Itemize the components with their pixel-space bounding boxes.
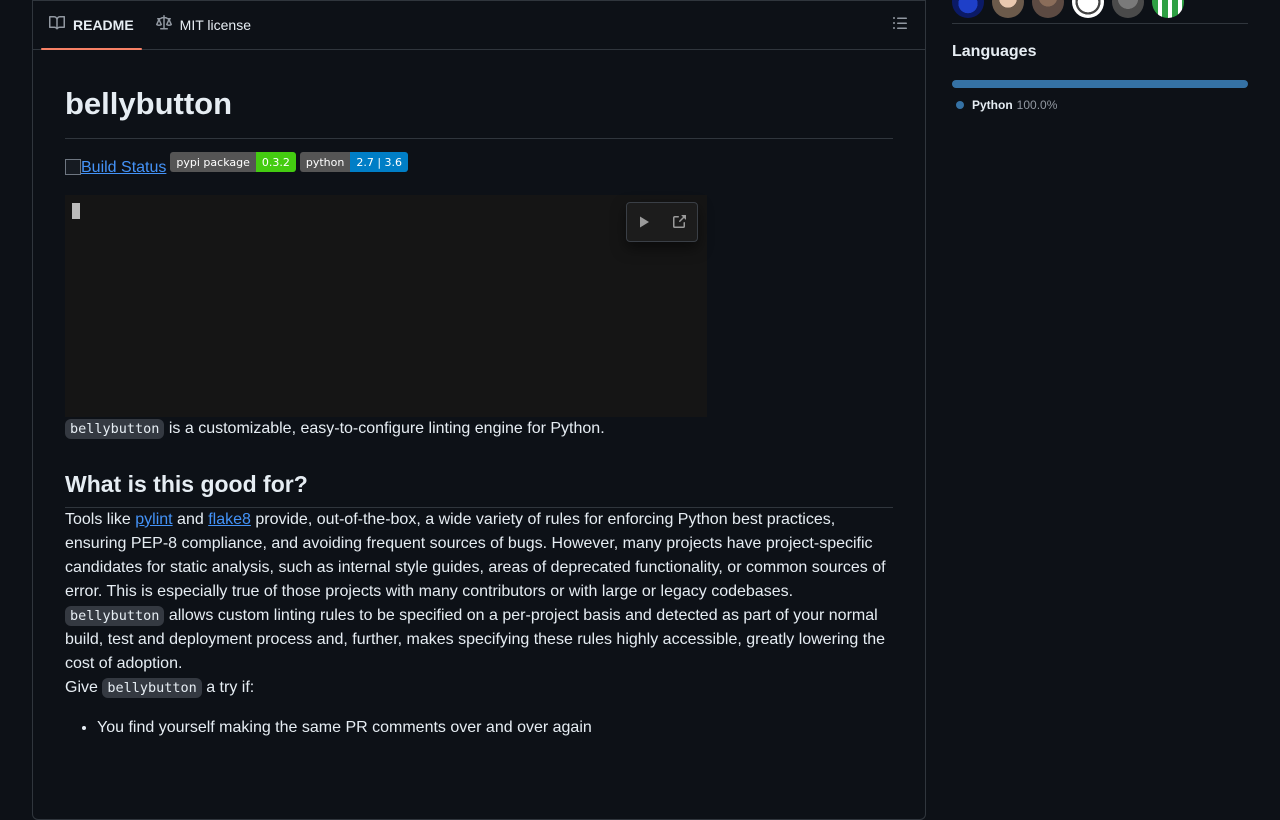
pypi-badge-value: 0.3.2 [255, 152, 296, 172]
inline-code: bellybutton [65, 419, 165, 439]
list-unordered-icon [892, 15, 908, 36]
tab-license[interactable]: MIT license [148, 0, 259, 49]
avatar[interactable] [1112, 0, 1144, 18]
outline-button[interactable] [889, 14, 911, 36]
section-heading: What is this good for? [65, 469, 893, 508]
broken-image-icon [65, 159, 81, 175]
text-span: allows custom linting rules to be specif… [65, 607, 885, 672]
language-color-dot [956, 101, 964, 109]
sidebar-divider [952, 23, 1248, 24]
intro-text: is a customizable, easy-to-configure lin… [164, 420, 605, 437]
language-item-python[interactable]: Python 100.0% [956, 98, 1057, 112]
tab-readme[interactable]: README [41, 0, 142, 50]
paragraph-give-try: Give bellybutton a try if: [65, 676, 893, 700]
book-icon [49, 15, 66, 34]
scale-icon [155, 15, 172, 34]
pylint-link[interactable]: pylint [135, 511, 172, 528]
text-span: Tools like [65, 511, 136, 528]
python-badge-value: 2.7 | 3.6 [350, 152, 409, 172]
language-percent: 100.0% [1016, 98, 1058, 112]
language-name: Python [972, 98, 1013, 112]
terminal-player[interactable] [65, 195, 707, 417]
flake8-link[interactable]: flake8 [208, 511, 251, 528]
avatar[interactable] [1072, 0, 1104, 18]
python-badge[interactable]: python 2.7 | 3.6 [299, 152, 409, 172]
badge-row: Build Status pypi package 0.3.2 python 2… [65, 152, 893, 177]
build-status-link[interactable]: Build Status [81, 159, 166, 177]
readme-panel: README MIT license bellybutton Build Sta… [32, 0, 926, 820]
avatar[interactable] [1152, 0, 1184, 18]
readme-tabbar: README MIT license [33, 0, 925, 50]
terminal-cursor [72, 203, 80, 219]
intro-paragraph: bellybutton is a customizable, easy-to-c… [65, 417, 893, 441]
pypi-badge-label: pypi package [170, 152, 256, 172]
python-badge-label: python [299, 152, 351, 172]
languages-heading: Languages [952, 43, 1037, 60]
list-item: You find yourself making the same PR com… [97, 716, 893, 740]
tab-license-label: MIT license [179, 16, 251, 33]
language-bar [952, 80, 1248, 88]
text-span: and [172, 511, 209, 528]
inline-code: bellybutton [65, 606, 165, 626]
paragraph-tools: Tools like pylint and flake8 provide, ou… [65, 508, 893, 604]
avatar[interactable] [952, 0, 984, 18]
open-external-icon[interactable] [671, 214, 687, 230]
text-span: Give [65, 679, 103, 696]
readme-content: bellybutton Build Status pypi package 0.… [33, 84, 925, 740]
build-status-badge[interactable]: Build Status [65, 159, 166, 177]
contributor-avatars [952, 0, 1184, 18]
readme-title: bellybutton [65, 84, 893, 139]
inline-code: bellybutton [102, 678, 202, 698]
reasons-list: You find yourself making the same PR com… [65, 716, 893, 740]
tab-readme-label: README [73, 16, 134, 33]
play-icon[interactable] [637, 215, 651, 229]
language-bar-python[interactable] [952, 80, 1248, 88]
paragraph-custom-rules: bellybutton allows custom linting rules … [65, 604, 893, 676]
player-controls [626, 202, 698, 242]
avatar[interactable] [1032, 0, 1064, 18]
pypi-badge[interactable]: pypi package 0.3.2 [170, 152, 296, 172]
avatar[interactable] [992, 0, 1024, 18]
text-span: a try if: [201, 679, 255, 696]
